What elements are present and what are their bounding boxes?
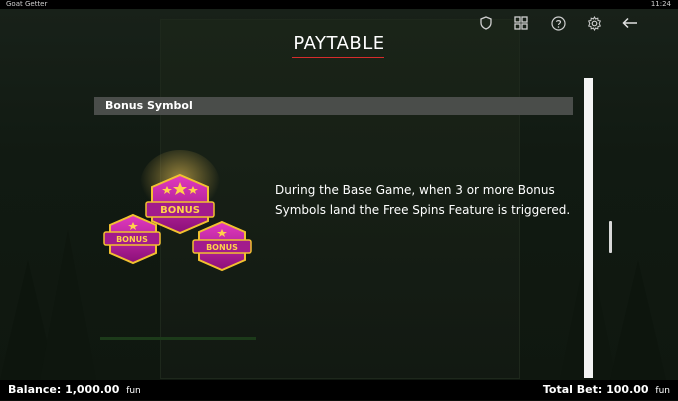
clock: 11:24: [650, 0, 671, 8]
bet-label: Total Bet:: [542, 383, 603, 396]
settings-icon[interactable]: [586, 15, 602, 31]
decor-bar: [100, 337, 256, 340]
balance-label: Balance:: [8, 383, 62, 396]
shield-icon[interactable]: [478, 15, 494, 31]
balance-value: 1,000.00: [65, 383, 120, 396]
balance-display: Balance: 1,000.00 fun: [8, 380, 141, 401]
status-bar: Balance: 1,000.00 fun Total Bet: 100.00 …: [0, 380, 678, 400]
bet-value: 100.00: [606, 383, 649, 396]
bonus-label-center: BONUS: [160, 205, 200, 216]
title-underline: [292, 57, 384, 58]
page-title: PAYTABLE: [293, 33, 385, 54]
scrollbar-track[interactable]: [584, 78, 593, 378]
help-icon[interactable]: [550, 15, 566, 31]
bonus-label-right: BONUS: [206, 243, 238, 252]
scrollbar-thumb[interactable]: [609, 221, 612, 253]
window-titlebar: Goat Getter 11:24: [0, 0, 678, 9]
page-title-wrap: PAYTABLE: [0, 33, 678, 54]
grid-icon[interactable]: [513, 15, 529, 31]
window-title: Goat Getter: [6, 0, 48, 8]
bonus-description: During the Base Game, when 3 or more Bon…: [275, 183, 571, 217]
back-arrow-icon[interactable]: [621, 15, 639, 31]
bet-currency: fun: [655, 386, 670, 396]
section-heading: Bonus Symbol: [94, 97, 573, 115]
total-bet-display: Total Bet: 100.00 fun: [543, 380, 670, 401]
bonus-symbol-image: BONUS BONUS BONUS: [103, 150, 252, 272]
bonus-label-left: BONUS: [116, 235, 148, 244]
balance-currency: fun: [126, 386, 141, 396]
